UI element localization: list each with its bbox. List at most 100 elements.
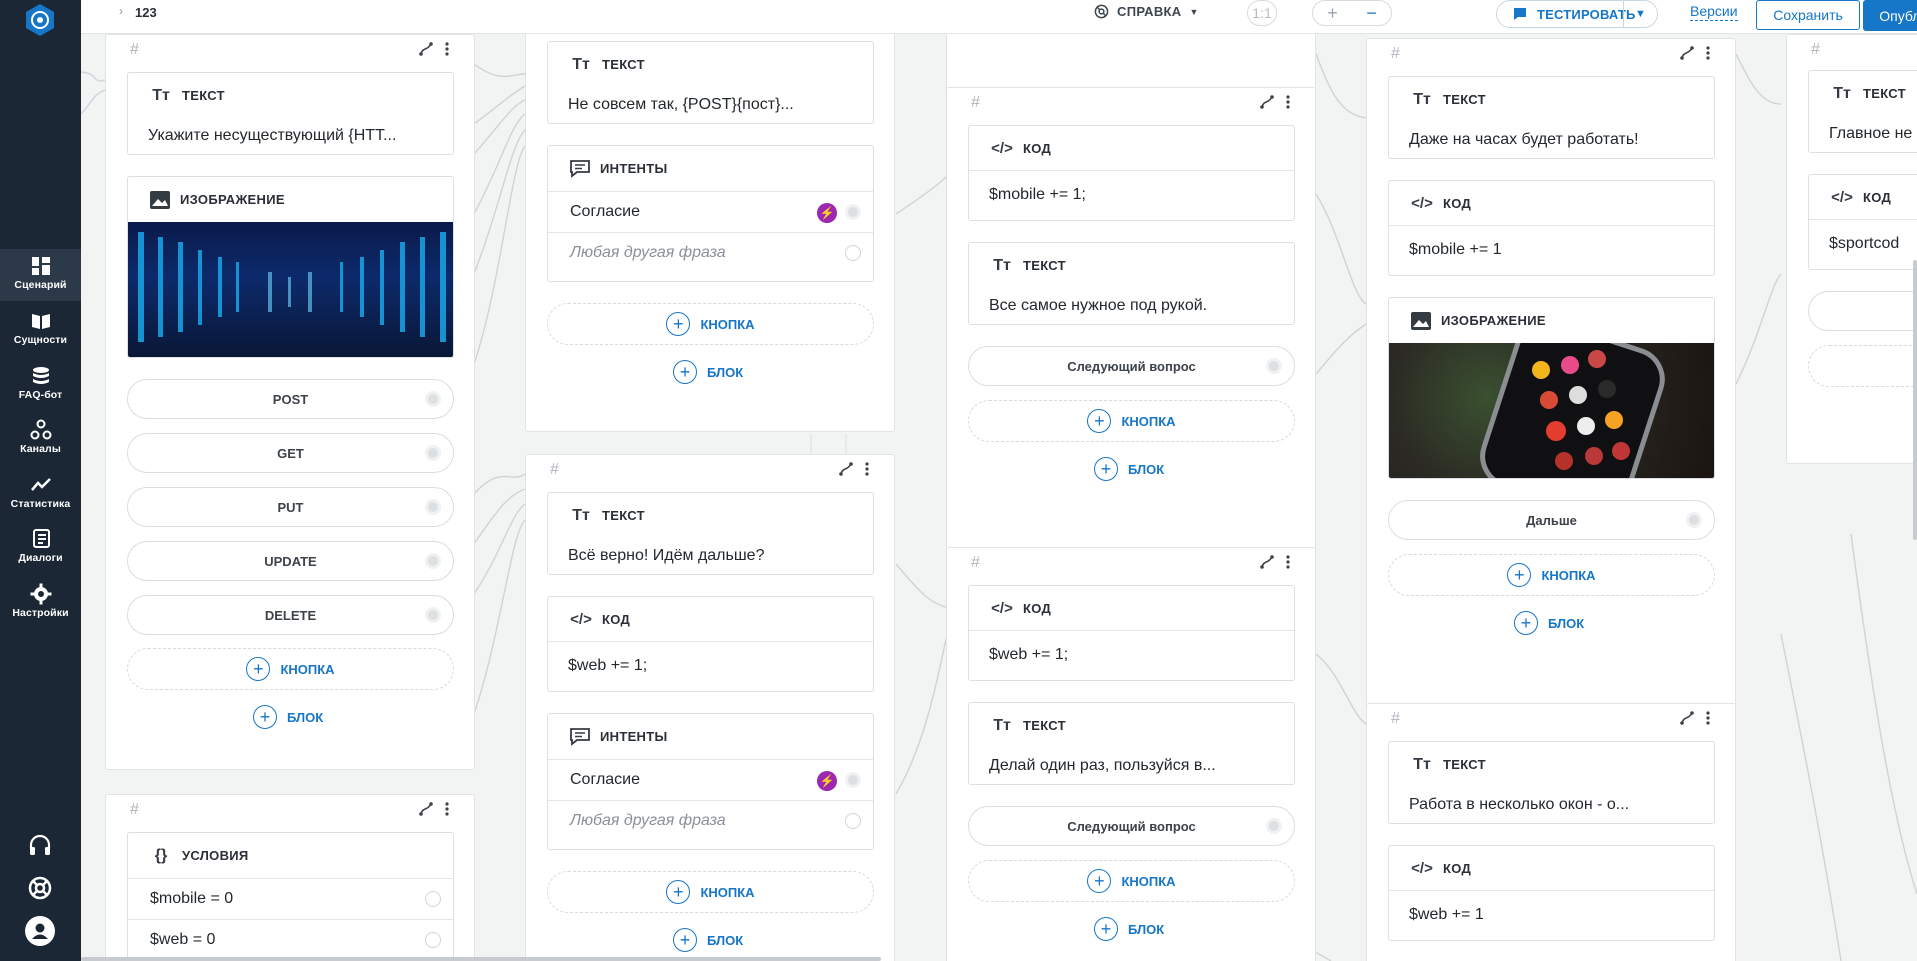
connector-dot[interactable] xyxy=(845,204,861,220)
button-next[interactable]: Дальше xyxy=(1388,500,1715,540)
more-vertical-icon[interactable] xyxy=(864,461,870,477)
scenario-screen[interactable]: # Tт ТЕКСТ Укажите несуществующий {HTT...… xyxy=(105,34,475,770)
more-vertical-icon[interactable] xyxy=(444,801,450,817)
sidebar-item-scenario[interactable]: Сценарий xyxy=(0,249,81,301)
connect-icon[interactable] xyxy=(418,801,434,817)
scenario-screen[interactable]: # {} УСЛОВИЯ $mobile = 0 $web = 0 xyxy=(105,794,475,961)
add-button-button[interactable] xyxy=(1808,345,1917,387)
add-block-button[interactable]: + БЛОК xyxy=(1094,457,1164,481)
conditions-block[interactable]: {} УСЛОВИЯ $mobile = 0 $web = 0 xyxy=(127,832,454,961)
connect-icon[interactable] xyxy=(418,41,434,57)
project-breadcrumb[interactable]: 123 xyxy=(135,5,157,20)
publish-button[interactable]: Опубликовать xyxy=(1863,0,1917,31)
more-vertical-icon[interactable] xyxy=(1285,94,1291,110)
scenario-screen[interactable]: # Tт ТЕКСТ Работа в несколько окон - о...… xyxy=(1366,703,1736,961)
connector-dot[interactable] xyxy=(845,813,861,829)
sidebar-item-entities[interactable]: Сущности xyxy=(0,304,81,356)
button-delete[interactable]: DELETE xyxy=(127,595,454,635)
button-put[interactable]: PUT xyxy=(127,487,454,527)
condition-row[interactable]: $web = 0 xyxy=(128,919,453,960)
intents-block[interactable]: ИНТЕНТЫ Согласие ⚡ Любая другая фраза xyxy=(547,713,874,850)
code-block[interactable]: </> КОД $web += 1; xyxy=(968,585,1295,681)
connector-dot[interactable] xyxy=(425,607,441,623)
scenario-screen[interactable]: # </> КОД $mobile += 1; Tт ТЕКСТ Все самое… xyxy=(946,87,1316,559)
connector-dot[interactable] xyxy=(425,891,441,907)
text-block[interactable]: Tт ТЕКСТ Все самое нужное под рукой. xyxy=(968,242,1295,325)
connector-dot[interactable] xyxy=(1266,358,1282,374)
connector-dot[interactable] xyxy=(845,772,861,788)
connector-dot[interactable] xyxy=(425,445,441,461)
scenario-screen[interactable]: # Tт ТЕКСТ Всё верно! Идём дальше? </> КОД… xyxy=(525,454,895,961)
text-block[interactable]: Tт ТЕКСТ Не совсем так, {POST}{пост}... xyxy=(547,41,874,124)
sidebar-item-statistics[interactable]: Статистика xyxy=(0,468,81,520)
connector-dot[interactable] xyxy=(845,245,861,261)
add-block-button[interactable]: + БЛОК xyxy=(1094,917,1164,941)
image-block[interactable]: ИЗОБРАЖЕНИЕ xyxy=(1388,297,1715,479)
connect-icon[interactable] xyxy=(1679,710,1695,726)
code-block[interactable]: </> КОД $mobile += 1; xyxy=(968,125,1295,221)
text-block[interactable]: Tт ТЕКСТ Даже на часах будет работать! xyxy=(1388,76,1715,159)
connect-icon[interactable] xyxy=(1259,94,1275,110)
more-vertical-icon[interactable] xyxy=(1285,554,1291,570)
connector-dot[interactable] xyxy=(425,553,441,569)
zoom-out-button[interactable]: − xyxy=(1366,3,1377,24)
connect-icon[interactable] xyxy=(838,461,854,477)
add-button-button[interactable]: + КНОПКА xyxy=(127,648,454,690)
button-get[interactable]: GET xyxy=(127,433,454,473)
add-block-button[interactable]: + БЛОК xyxy=(1514,611,1584,635)
intent-row[interactable]: Согласие ⚡ xyxy=(548,759,873,800)
horizontal-scrollbar[interactable] xyxy=(81,957,881,961)
intents-block[interactable]: ИНТЕНТЫ Согласие ⚡ Любая другая фраза xyxy=(547,145,874,282)
help-menu[interactable]: СПРАВКА ▼ xyxy=(1094,4,1199,19)
text-block[interactable]: Tт ТЕКСТ Делай один раз, пользуйся в... xyxy=(968,702,1295,785)
button-post[interactable]: POST xyxy=(127,379,454,419)
add-button-button[interactable]: + КНОПКА xyxy=(547,871,874,913)
text-block[interactable]: Tт ТЕКСТ Укажите несуществующий {HTT... xyxy=(127,72,454,155)
sidebar-item-dialogs[interactable]: Диалоги xyxy=(0,522,81,574)
connector-dot[interactable] xyxy=(1266,818,1282,834)
lifebuoy-icon[interactable] xyxy=(27,875,53,901)
connect-icon[interactable] xyxy=(1259,554,1275,570)
add-block-button[interactable]: + БЛОК xyxy=(673,928,743,952)
connector-dot[interactable] xyxy=(425,499,441,515)
sidebar-item-settings[interactable]: Настройки xyxy=(0,577,81,629)
button-next-question[interactable]: Следующий вопрос xyxy=(968,806,1295,846)
text-block[interactable]: Tт ТЕКСТ Главное не xyxy=(1808,70,1917,153)
button-next-question[interactable]: Следующий вопрос xyxy=(968,346,1295,386)
zoom-in-button[interactable]: + xyxy=(1327,3,1338,24)
user-avatar-icon[interactable] xyxy=(25,916,55,946)
app-logo-icon[interactable] xyxy=(22,2,58,38)
versions-link[interactable]: Версии xyxy=(1690,3,1738,21)
add-button-button[interactable]: + КНОПКА xyxy=(547,303,874,345)
headset-icon[interactable] xyxy=(27,833,53,859)
intent-row[interactable]: Согласие ⚡ xyxy=(548,191,873,232)
text-block[interactable]: Tт ТЕКСТ Работа в несколько окон - о... xyxy=(1388,741,1715,824)
intent-row-fallback[interactable]: Любая другая фраза xyxy=(548,232,873,273)
vertical-scrollbar[interactable] xyxy=(1913,260,1917,540)
text-block[interactable]: Tт ТЕКСТ Всё верно! Идём дальше? xyxy=(547,492,874,575)
connector-dot[interactable] xyxy=(425,932,441,948)
condition-row[interactable]: $mobile = 0 xyxy=(128,878,453,919)
code-block[interactable]: </> КОД $web += 1; xyxy=(547,596,874,692)
add-block-button[interactable]: + БЛОК xyxy=(253,705,323,729)
image-block[interactable]: ИЗОБРАЖЕНИЕ xyxy=(127,176,454,358)
button-placeholder[interactable] xyxy=(1808,291,1917,331)
scenario-screen[interactable]: # </> КОД $web += 1; Tт ТЕКСТ Делай один р… xyxy=(946,547,1316,961)
more-vertical-icon[interactable] xyxy=(1705,710,1711,726)
button-update[interactable]: UPDATE xyxy=(127,541,454,581)
sidebar-item-faq[interactable]: FAQ-бот xyxy=(0,359,81,411)
more-vertical-icon[interactable] xyxy=(1705,45,1711,61)
scenario-screen[interactable]: # Tт ТЕКСТ Даже на часах будет работать! … xyxy=(1366,38,1736,710)
more-vertical-icon[interactable] xyxy=(444,41,450,57)
add-block-button[interactable]: + БЛОК xyxy=(673,360,743,384)
add-button-button[interactable]: + КНОПКА xyxy=(968,860,1295,902)
test-dropdown-chevron-icon[interactable]: ▼ xyxy=(1623,1,1657,27)
intent-row-fallback[interactable]: Любая другая фраза xyxy=(548,800,873,841)
connector-dot[interactable] xyxy=(1686,512,1702,528)
save-button[interactable]: Сохранить xyxy=(1756,0,1860,30)
test-button[interactable]: ТЕСТИРОВАТЬ ▼ xyxy=(1496,0,1658,28)
scenario-screen[interactable]: # Tт ТЕКСТ Главное не </> КОД $sportcod xyxy=(1786,34,1917,464)
add-button-button[interactable]: + КНОПКА xyxy=(968,400,1295,442)
code-block[interactable]: </> КОД $sportcod xyxy=(1808,174,1917,270)
scenario-canvas[interactable]: # Tт ТЕКСТ Укажите несуществующий {HTT...… xyxy=(81,34,1917,961)
